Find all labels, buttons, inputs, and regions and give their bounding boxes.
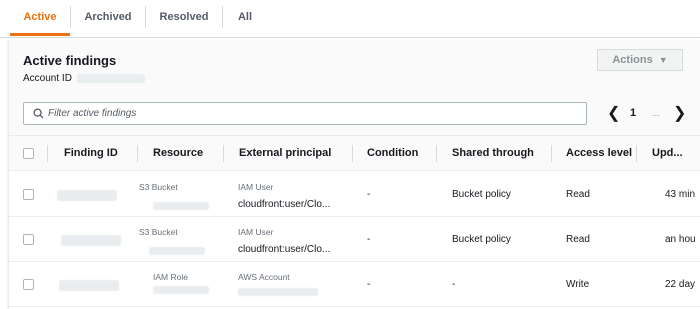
row-checkbox[interactable]: [23, 279, 34, 290]
redacted-principal-value[interactable]: [238, 288, 318, 296]
condition-value: -: [367, 234, 371, 245]
column-access-level[interactable]: Access level: [566, 136, 632, 171]
column-condition[interactable]: Condition: [367, 136, 418, 171]
access-level-value: Read: [566, 189, 590, 200]
findings-panel: Active findings Account ID Actions ▼ ❮ 1 …: [8, 40, 700, 309]
tab-active[interactable]: Active: [10, 0, 70, 34]
updated-value: 43 min: [665, 189, 696, 200]
redacted-resource-name[interactable]: [153, 286, 209, 294]
access-level-value: Write: [566, 279, 590, 290]
shared-through-value: -: [452, 279, 456, 290]
table-row[interactable]: S3 Bucket IAM User cloudfront:user/Clo..…: [9, 217, 700, 262]
column-updated[interactable]: Upd...: [652, 136, 683, 171]
redacted-finding-id[interactable]: [57, 190, 117, 201]
filter-input[interactable]: [48, 106, 578, 121]
column-divider: [551, 145, 552, 162]
principal-type: IAM User: [238, 182, 274, 192]
resource-type: IAM Role: [153, 272, 188, 282]
principal-type: IAM User: [238, 227, 274, 237]
column-divider: [436, 145, 437, 162]
access-level-value: Read: [566, 234, 590, 245]
select-all-checkbox[interactable]: [23, 148, 34, 159]
column-divider: [352, 145, 353, 162]
tab-archived[interactable]: Archived: [71, 0, 145, 34]
column-shared-through[interactable]: Shared through: [452, 136, 534, 171]
condition-value: -: [367, 189, 371, 200]
updated-value: an hou: [665, 234, 696, 245]
redacted-resource-name[interactable]: [149, 247, 205, 255]
search-icon: [33, 108, 44, 119]
row-checkbox[interactable]: [23, 234, 34, 245]
column-divider: [223, 145, 224, 162]
panel-title: Active findings: [23, 53, 117, 68]
shared-through-value: Bucket policy: [452, 234, 511, 245]
resource-type: S3 Bucket: [139, 227, 178, 237]
caret-down-icon: ▼: [658, 55, 668, 65]
column-divider: [137, 145, 138, 162]
actions-button-label: Actions: [612, 54, 653, 66]
column-resource[interactable]: Resource: [153, 136, 203, 171]
chevron-left-icon[interactable]: ❮: [607, 103, 620, 123]
active-tab-indicator: [10, 33, 70, 36]
column-divider: [47, 145, 48, 162]
page-number[interactable]: 1: [630, 107, 636, 119]
updated-value: 22 day: [665, 279, 696, 290]
column-divider: [636, 145, 637, 162]
tab-all[interactable]: All: [223, 0, 267, 34]
row-checkbox[interactable]: [23, 189, 34, 200]
resource-type: S3 Bucket: [139, 182, 178, 192]
table-row[interactable]: IAM Role AWS Account - - Write 22 day: [9, 262, 700, 307]
table-row[interactable]: S3 Bucket IAM User cloudfront:user/Clo..…: [9, 172, 700, 217]
actions-button[interactable]: Actions ▼: [597, 49, 683, 71]
filter-search-box[interactable]: [23, 102, 587, 125]
account-id: Account ID: [23, 73, 145, 84]
redacted-account-id: [76, 73, 145, 83]
pagination: ❮ 1 ... ❯: [607, 102, 697, 125]
redacted-finding-id[interactable]: [61, 235, 121, 246]
panel-header: Active findings Account ID Actions ▼ ❮ 1 …: [9, 40, 700, 136]
column-finding-id[interactable]: Finding ID: [64, 136, 118, 171]
redacted-finding-id[interactable]: [59, 280, 119, 291]
account-id-label: Account ID: [23, 73, 72, 84]
tab-resolved[interactable]: Resolved: [146, 0, 222, 34]
findings-tabs: Active Archived Resolved All: [0, 0, 700, 38]
chevron-right-icon[interactable]: ❯: [673, 103, 686, 123]
condition-value: -: [367, 279, 371, 290]
principal-value: cloudfront:user/Clo...: [238, 244, 331, 255]
column-external-principal[interactable]: External principal: [239, 136, 331, 171]
principal-value: cloudfront:user/Clo...: [238, 199, 331, 210]
shared-through-value: Bucket policy: [452, 189, 511, 200]
principal-type: AWS Account: [238, 272, 290, 282]
redacted-resource-name[interactable]: [153, 202, 209, 210]
page-ellipsis: ...: [652, 108, 660, 118]
table-header: Finding ID Resource External principal C…: [9, 136, 700, 171]
